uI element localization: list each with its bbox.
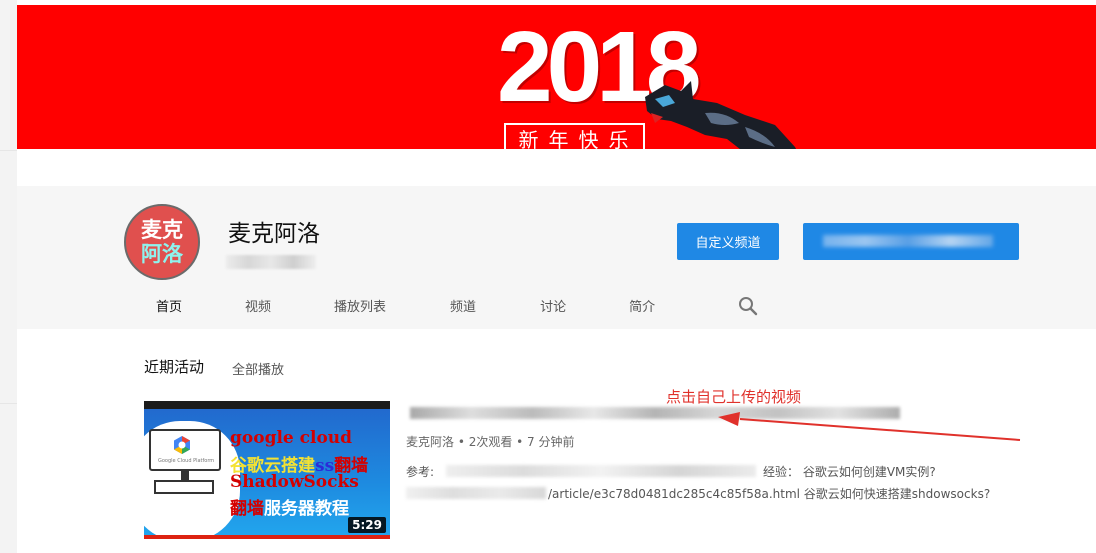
- redacted-description-2: [406, 487, 546, 499]
- server-tower-icon: [154, 480, 214, 494]
- thumbnail-bottom-bar: [144, 535, 390, 539]
- google-cloud-logo-text: Google Cloud Platform: [158, 458, 215, 464]
- avatar-text-top: 麦克: [141, 218, 183, 242]
- video-meta: 麦克阿洛 • 2次观看 • 7 分钟前: [406, 435, 575, 449]
- banner-greeting-box: 新年快乐: [504, 123, 645, 149]
- video-thumbnail[interactable]: Google Cloud Platform google cloud 谷歌云搭建…: [144, 401, 390, 539]
- annotation-text: 点击自己上传的视频: [666, 388, 802, 406]
- customize-channel-button[interactable]: 自定义频道: [677, 223, 779, 260]
- tab-playlists[interactable]: 播放列表: [334, 296, 386, 318]
- thumbnail-top-bar: [144, 401, 390, 409]
- recent-activity-heading: 近期活动: [144, 358, 205, 376]
- tab-videos[interactable]: 视频: [245, 296, 271, 318]
- tab-home[interactable]: 首页: [156, 296, 182, 318]
- banner-lower-band: [17, 149, 1096, 186]
- desc-line1-tail: 经验： 谷歌云如何创建VM实例?: [763, 465, 936, 479]
- play-all-link[interactable]: 全部播放: [232, 359, 284, 378]
- desc-prefix: 参考:: [406, 465, 435, 479]
- thumbnail-line-1: google cloud: [230, 428, 353, 448]
- search-icon[interactable]: [738, 296, 758, 316]
- thumbnail-line-3: ShadowSocks: [230, 472, 359, 492]
- tab-about[interactable]: 简介: [629, 296, 655, 318]
- redacted-description-1: [446, 465, 756, 477]
- avatar-text-bottom: 阿洛: [141, 242, 183, 266]
- tab-channels[interactable]: 频道: [450, 296, 476, 318]
- avatar[interactable]: 麦克 阿洛: [124, 204, 200, 280]
- channel-tabs: 首页 视频 播放列表 频道 讨论 简介: [140, 296, 655, 318]
- channel-name: 麦克阿洛: [228, 221, 320, 247]
- channel-banner: 2018 新年快乐: [17, 5, 1096, 149]
- banner-year: 2018: [497, 11, 701, 123]
- banner-greeting: 新年快乐: [518, 127, 639, 150]
- desc-line2: /article/e3c78d0481dc285c4c85f58a.html 谷…: [548, 487, 991, 501]
- annotation-arrow: [718, 412, 1021, 441]
- redacted-label: [823, 235, 993, 247]
- tab-discussion[interactable]: 讨论: [540, 296, 566, 318]
- dog-illustration: [645, 81, 797, 149]
- thumbnail-line-4: 翻墙服务器教程: [230, 499, 349, 519]
- video-duration-badge: 5:29: [348, 517, 386, 533]
- left-edge-strip: [0, 0, 17, 553]
- redacted-subscriber-count: [226, 255, 316, 269]
- google-cloud-logo-icon: [174, 436, 190, 454]
- creator-studio-button-redacted[interactable]: [803, 223, 1019, 260]
